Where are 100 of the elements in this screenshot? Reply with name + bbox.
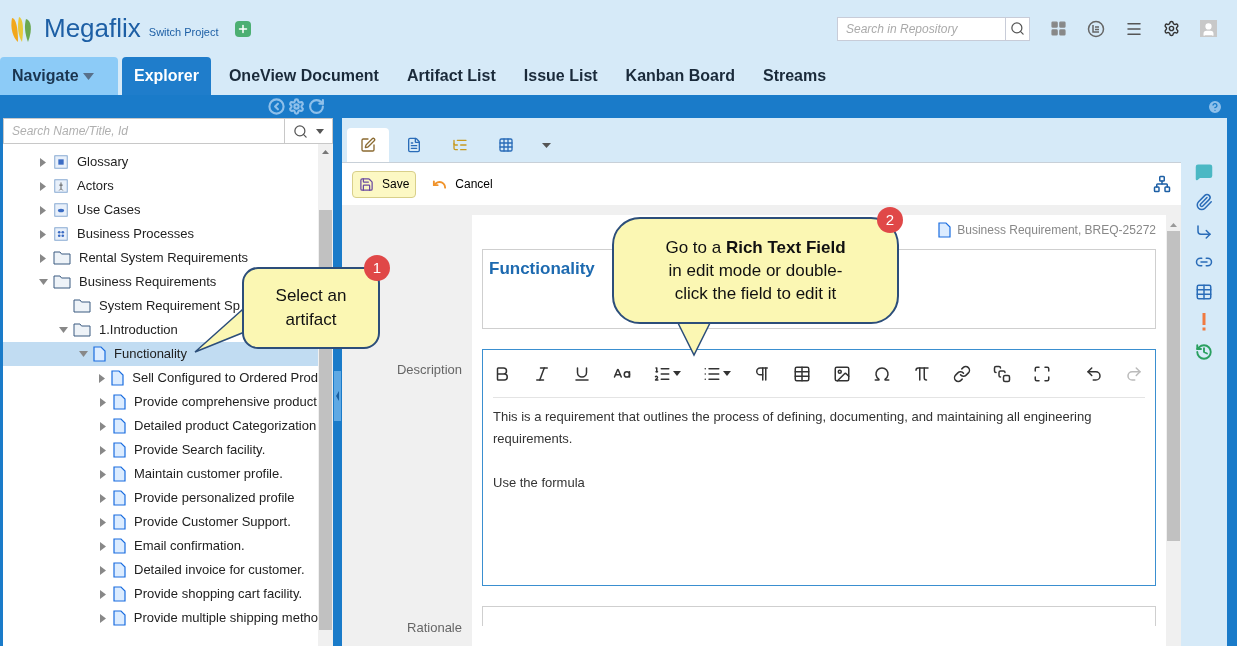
expand-arrow-icon[interactable] [40,205,46,215]
nav-tab[interactable]: Kanban Board [611,57,749,95]
repository-search-field[interactable]: Search in Repository [837,16,1006,41]
diagram-folder-icon [53,226,69,242]
nav-tab[interactable]: Artifact List [392,57,510,95]
tree-item[interactable]: Glossary [3,150,318,174]
rich-text-editor[interactable]: This is a requirement that outlines the process of defining, documenting, and maintaining all engineering requirements. Use the formula [482,349,1156,586]
cancel-button[interactable]: Cancel [432,175,493,193]
tree-item[interactable]: Maintain customer profile. [3,462,318,486]
tree-item[interactable]: Detailed invoice for customer. [3,558,318,582]
link-icon[interactable] [953,364,971,383]
document-icon [113,586,126,602]
search-icon [1010,21,1025,36]
rationale-field[interactable] [482,606,1156,626]
nav-tab[interactable]: Issue List [509,57,612,95]
refresh-icon[interactable] [308,98,325,115]
tree-item[interactable]: Email confirmation. [3,534,318,558]
history-icon[interactable] [1195,343,1213,361]
nav-tab[interactable]: Explorer [122,57,211,95]
tree-item[interactable]: Provide Customer Support. [3,510,318,534]
shapes-icon[interactable] [993,364,1011,383]
comment-icon[interactable] [1195,163,1213,181]
expand-arrow-icon[interactable] [100,397,106,407]
scroll-up-arrow-icon[interactable] [1170,223,1177,227]
search-button[interactable] [1006,16,1030,41]
book-folder-icon [53,154,69,170]
collapse-panel-icon[interactable] [268,98,285,115]
save-button[interactable]: Save [352,170,417,198]
tree-item[interactable]: Actors [3,174,318,198]
dashboard-icon[interactable] [1050,20,1067,37]
dropdown-caret-icon[interactable] [316,128,324,134]
table-icon[interactable] [793,364,811,383]
expand-arrow-icon[interactable] [99,373,106,383]
tree-item[interactable]: Use Cases [3,198,318,222]
collapse-arrow-icon[interactable] [38,279,48,285]
expand-arrow-icon[interactable] [100,421,106,431]
paragraph-icon[interactable] [753,364,771,383]
collapse-arrow-icon[interactable] [78,351,88,357]
tree-item-label: Provide personalized profile [134,489,295,508]
circled-list-icon[interactable] [1087,19,1105,38]
numbered-list-icon[interactable] [653,364,671,383]
caret-icon[interactable] [673,371,681,376]
scroll-up-arrow-icon[interactable] [322,150,329,154]
redo-icon[interactable] [1125,364,1143,383]
dropdown-caret-icon[interactable] [541,142,551,148]
expand-arrow-icon[interactable] [100,445,106,455]
tree-search-field[interactable]: Search Name/Title, Id [3,118,285,144]
expand-arrow-icon[interactable] [100,589,106,599]
collapse-arrow-icon[interactable] [58,327,68,333]
splitter-handle-icon[interactable] [334,370,341,421]
tree-item[interactable]: Provide comprehensive product [3,390,318,414]
pi-icon[interactable] [913,364,931,383]
switch-project-link[interactable]: Switch Project [148,24,219,41]
help-icon[interactable] [1207,98,1223,115]
italic-icon[interactable] [533,364,551,383]
network-icon[interactable] [1153,175,1171,193]
search-icon[interactable] [293,123,308,139]
tree-item[interactable]: Rental System Requirements [3,246,318,270]
caret-icon[interactable] [723,371,731,376]
expand-arrow-icon[interactable] [100,493,106,503]
tree-item[interactable]: Business Processes [3,222,318,246]
document-icon [111,370,125,386]
editor-paragraph: Use the formula [493,474,586,492]
tree-item-label: Business Processes [77,225,195,244]
figure-folder-icon [53,178,69,194]
underline-icon[interactable] [573,364,591,383]
nav-tab[interactable]: OneView Document [214,57,393,95]
nav-tab[interactable]: Streams [748,57,841,95]
expand-arrow-icon[interactable] [100,565,106,575]
expand-arrow-icon[interactable] [100,517,106,527]
navigate-menu[interactable]: Navigate [0,57,118,95]
expand-arrow-icon[interactable] [40,181,46,191]
expand-arrow-icon[interactable] [99,613,106,623]
expand-arrow-icon[interactable] [100,541,106,551]
settings-icon[interactable] [1163,20,1180,37]
expand-arrow-icon[interactable] [40,229,46,239]
undo-icon[interactable] [1085,364,1103,383]
paperclip-icon[interactable] [1195,193,1213,211]
trace-arrow-icon[interactable] [1195,223,1213,241]
fullscreen-icon[interactable] [1033,364,1051,383]
expand-arrow-icon[interactable] [40,157,46,167]
tree-item[interactable]: Provide personalized profile [3,486,318,510]
tree-item[interactable]: Detailed product Categorization [3,414,318,438]
omega-icon[interactable] [873,364,891,383]
view-tab[interactable] [347,128,389,162]
tree-item[interactable]: Functionality [3,342,318,366]
image-icon[interactable] [833,364,851,383]
expand-arrow-icon[interactable] [40,253,46,263]
expand-arrow-icon[interactable] [100,469,106,479]
tree-item[interactable]: Provide Search facility. [3,438,318,462]
tree-item[interactable]: Provide multiple shipping metho [3,606,318,630]
tree-item[interactable]: Provide shopping cart facility. [3,582,318,606]
grid-icon [498,137,514,153]
add-button[interactable] [234,20,251,37]
tree-item[interactable]: Sell Configured to Ordered Prod [3,366,318,390]
oval-folder-icon [53,202,69,218]
document-icon [113,466,126,482]
exclamation-icon[interactable] [1202,313,1206,331]
tree-item-label: Provide multiple shipping metho [133,609,318,628]
tree-item-label: Provide Search facility. [134,441,266,460]
